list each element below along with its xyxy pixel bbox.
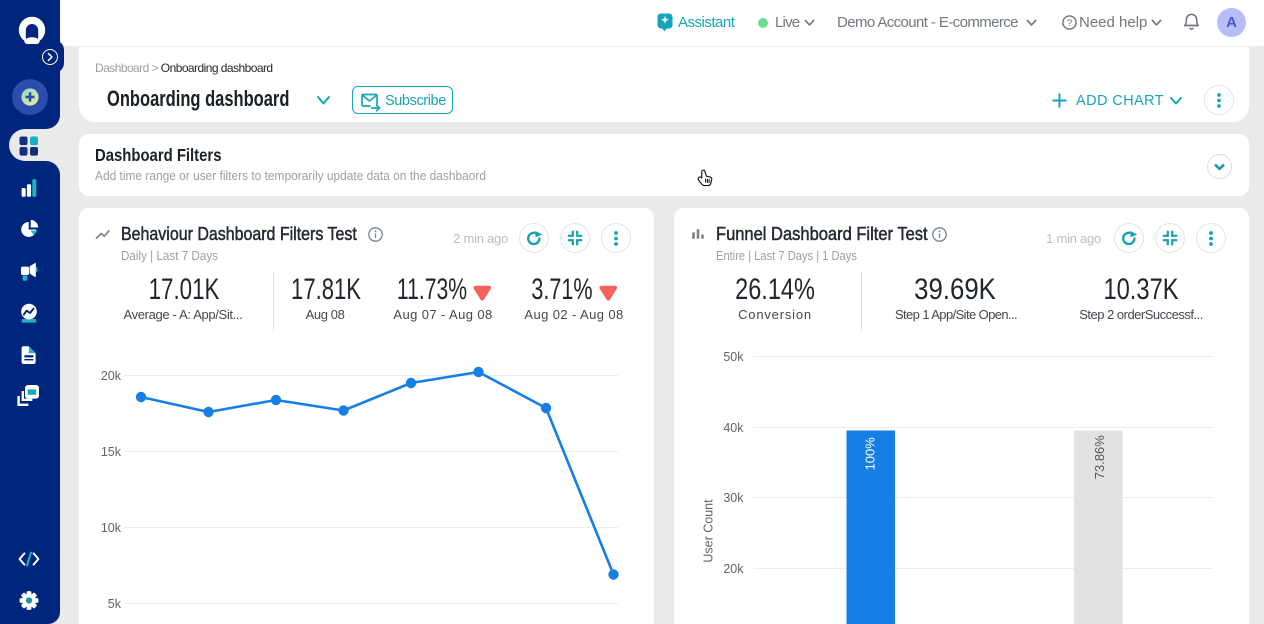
svg-text:20k: 20k [101, 369, 122, 383]
svg-text:20k: 20k [723, 562, 744, 576]
svg-text:50k: 50k [723, 350, 744, 364]
svg-text:100%: 100% [862, 437, 877, 471]
svg-text:15k: 15k [101, 445, 122, 459]
svg-text:User Count: User Count [702, 499, 716, 563]
svg-text:73.86%: 73.86% [1092, 435, 1107, 480]
svg-text:5k: 5k [108, 597, 122, 611]
svg-text:?: ? [1067, 18, 1072, 29]
svg-text:10k: 10k [101, 521, 122, 535]
svg-text:30k: 30k [723, 491, 744, 505]
svg-text:40k: 40k [723, 421, 744, 435]
